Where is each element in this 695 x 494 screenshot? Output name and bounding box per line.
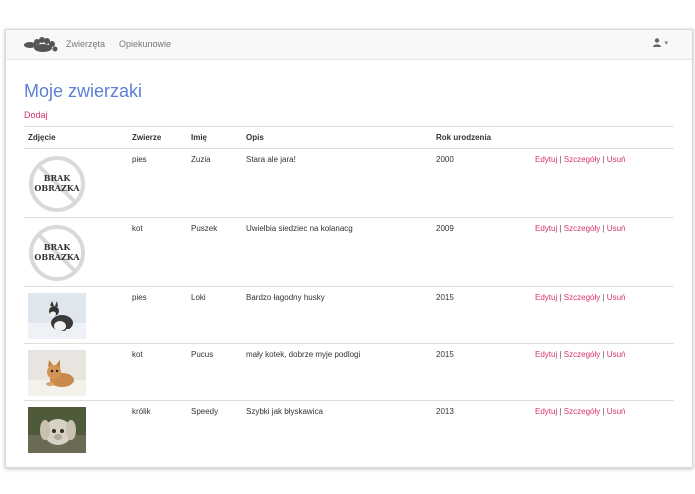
- no-image-label-1: BRAK: [44, 173, 72, 183]
- cell-actions: Edytuj | Szczegóły | Usuń: [531, 217, 674, 287]
- action-separator: |: [602, 350, 605, 359]
- add-link[interactable]: Dodaj: [24, 110, 48, 120]
- cell-photo: [24, 286, 128, 344]
- details-link[interactable]: Szczegóły: [564, 293, 600, 302]
- cell-animal: królik: [128, 400, 187, 461]
- cell-year: 2013: [432, 400, 531, 461]
- no-image-label-1: BRAK: [44, 242, 72, 252]
- cell-desc: Uwielbia siedziec na kolanacg: [242, 217, 432, 287]
- col-header-year: Rok urodzenia: [432, 126, 531, 149]
- table-header-row: Zdjęcie Zwierze Imię Opis Rok urodzenia: [24, 126, 674, 149]
- user-menu[interactable]: ▾: [653, 38, 668, 47]
- page-title: Moje zwierzaki: [24, 81, 143, 101]
- table-row: BRAK OBRAZKA kot Puszek Uwielbia siedziec na…: [24, 217, 674, 287]
- edit-link[interactable]: Edytuj: [535, 350, 557, 359]
- edit-link[interactable]: Edytuj: [535, 407, 557, 416]
- cell-desc: mały kotek, dobrze myje podlogi: [242, 343, 432, 401]
- rabbit-photo: [28, 407, 86, 453]
- animals-table: Zdjęcie Zwierze Imię Opis Rok urodzenia …: [24, 126, 674, 461]
- action-separator: |: [602, 155, 605, 164]
- cell-desc: Stara ale jara!: [242, 148, 432, 218]
- no-image-label-2: OBRAZKA: [34, 183, 80, 193]
- delete-link[interactable]: Usuń: [607, 293, 626, 302]
- col-header-actions: [531, 126, 674, 149]
- nav-link-animals[interactable]: Zwierzęta: [66, 39, 105, 49]
- cell-name: Loki: [187, 286, 242, 344]
- cell-photo: [24, 343, 128, 401]
- edit-link[interactable]: Edytuj: [535, 155, 557, 164]
- col-header-photo: Zdjęcie: [24, 126, 128, 149]
- cell-photo: [24, 400, 128, 461]
- cell-year: 2009: [432, 217, 531, 287]
- no-image-label-2: OBRAZKA: [34, 252, 80, 262]
- cell-name: Speedy: [187, 400, 242, 461]
- table-row: kot Pucus mały kotek, dobrze myje podlogi 2…: [24, 343, 674, 401]
- cell-animal: pies: [128, 286, 187, 344]
- delete-link[interactable]: Usuń: [607, 224, 626, 233]
- no-image-icon: BRAKOBRAZKA: [29, 225, 85, 281]
- details-link[interactable]: Szczegóły: [564, 407, 600, 416]
- action-separator: |: [559, 407, 562, 416]
- edit-link[interactable]: Edytuj: [535, 224, 557, 233]
- paw-logo-icon[interactable]: [23, 36, 59, 53]
- cell-photo: BRAK OBRAZKA: [24, 148, 128, 218]
- cell-year: 2015: [432, 343, 531, 401]
- user-icon: [653, 38, 662, 47]
- details-link[interactable]: Szczegóły: [564, 224, 600, 233]
- action-separator: |: [559, 155, 562, 164]
- edit-link[interactable]: Edytuj: [535, 293, 557, 302]
- cell-actions: Edytuj | Szczegóły | Usuń: [531, 343, 674, 401]
- cell-actions: Edytuj | Szczegóły | Usuń: [531, 400, 674, 461]
- cell-desc: Szybki jak błyskawica: [242, 400, 432, 461]
- cell-year: 2015: [432, 286, 531, 344]
- col-header-desc: Opis: [242, 126, 432, 149]
- browser-frame: Zwierzęta Opiekunowie ▾ Moje zwierzaki D…: [5, 29, 693, 468]
- kitten-photo: [28, 350, 86, 396]
- cell-name: Zuzia: [187, 148, 242, 218]
- cell-animal: kot: [128, 343, 187, 401]
- action-separator: |: [602, 224, 605, 233]
- action-separator: |: [559, 293, 562, 302]
- nav-link-caretakers[interactable]: Opiekunowie: [119, 39, 171, 49]
- details-link[interactable]: Szczegóły: [564, 350, 600, 359]
- navbar: Zwierzęta Opiekunowie ▾: [6, 30, 692, 60]
- cell-animal: pies: [128, 148, 187, 218]
- table-row: pies Loki Bardzo łagodny husky 2015 Edytuj |…: [24, 286, 674, 344]
- cell-actions: Edytuj | Szczegóły | Usuń: [531, 148, 674, 218]
- col-header-name: Imię: [187, 126, 242, 149]
- husky-photo: [28, 293, 86, 339]
- cell-year: 2000: [432, 148, 531, 218]
- action-separator: |: [602, 407, 605, 416]
- cell-name: Puszek: [187, 217, 242, 287]
- table-row: królik Speedy Szybki jak błyskawica 2013 Edy…: [24, 400, 674, 461]
- no-image-icon: BRAKOBRAZKA: [29, 156, 85, 212]
- delete-link[interactable]: Usuń: [607, 350, 626, 359]
- details-link[interactable]: Szczegóły: [564, 155, 600, 164]
- chevron-down-icon: ▾: [664, 39, 668, 47]
- action-separator: |: [559, 350, 562, 359]
- delete-link[interactable]: Usuń: [607, 407, 626, 416]
- cell-desc: Bardzo łagodny husky: [242, 286, 432, 344]
- action-separator: |: [559, 224, 562, 233]
- cell-animal: kot: [128, 217, 187, 287]
- cell-actions: Edytuj | Szczegóły | Usuń: [531, 286, 674, 344]
- table-row: BRAK OBRAZKA pies Zuzia Stara ale jara! 2000 E…: [24, 148, 674, 218]
- delete-link[interactable]: Usuń: [607, 155, 626, 164]
- cell-name: Pucus: [187, 343, 242, 401]
- action-separator: |: [602, 293, 605, 302]
- col-header-animal: Zwierze: [128, 126, 187, 149]
- cell-photo: BRAK OBRAZKA: [24, 217, 128, 287]
